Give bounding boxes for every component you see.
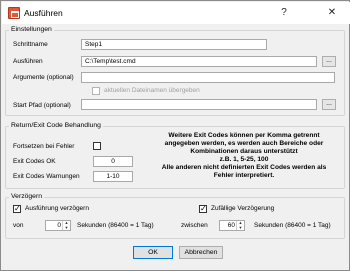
startpfad-field[interactable] <box>81 99 317 110</box>
exit-warn-field[interactable]: 1-10 <box>93 171 133 182</box>
zufaellige-verzoegerung-checkbox[interactable] <box>199 204 207 213</box>
von-value: 0 <box>57 222 61 229</box>
exit-codes-info: Weitere Exit Codes können per Komma getr… <box>146 132 342 180</box>
ausfuehren-field[interactable]: C:\Temp\test.cmd <box>81 56 317 67</box>
schrittname-label: Schrittname <box>13 41 48 48</box>
von-stepper-buttons: ▲ ▼ <box>62 221 70 230</box>
window-title: Ausführen <box>24 8 63 18</box>
app-icon <box>8 7 20 19</box>
ausfuehrung-verzoegern-label: Ausführung verzögern <box>25 205 89 212</box>
info-line: Alle anderen nicht definierten Exit Code… <box>161 164 327 171</box>
exit-warn-label: Exit Codes Warnungen <box>13 173 80 180</box>
von-label: von <box>13 222 24 229</box>
info-line: Weitere Exit Codes können per Komma getr… <box>168 132 320 139</box>
ausfuehren-browse-button[interactable]: ... <box>322 56 336 67</box>
verzoegern-group-label: Verzögern <box>9 193 44 200</box>
info-line: Kombinationen daraus unterstützt <box>190 148 298 155</box>
von-down-arrow-icon[interactable]: ▼ <box>63 226 70 230</box>
sekunden-label-2: Sekunden (86400 = 1 Tag) <box>254 222 331 229</box>
zwischen-stepper-buttons: ▲ ▼ <box>236 221 244 230</box>
aktuelle-dateinamen-checkbox[interactable] <box>92 87 100 95</box>
info-line: Fehler interpretiert. <box>213 172 275 179</box>
exit-ok-field[interactable]: 0 <box>93 156 133 167</box>
sekunden-label-1: Sekunden (86400 = 1 Tag) <box>77 222 154 229</box>
von-stepper[interactable]: 0 ▲ ▼ <box>45 220 71 231</box>
zwischen-stepper[interactable]: 60 ▲ ▼ <box>219 220 245 231</box>
argumente-field[interactable] <box>81 72 335 83</box>
ausfuehren-label: Ausführen <box>13 58 43 65</box>
fortsetzen-checkbox[interactable] <box>93 142 101 150</box>
close-button[interactable]: ✕ <box>320 3 344 23</box>
info-line: angegeben werden, es werden auch Bereich… <box>164 140 324 147</box>
exit-ok-label: Exit Codes OK <box>13 158 56 165</box>
return-exit-group-label: Return/Exit Code Behandlung <box>9 122 103 129</box>
fortsetzen-label: Fortsetzen bei Fehler <box>13 143 75 150</box>
aktuelle-dateinamen-label: aktuellen Dateinamen übergeben <box>104 87 200 94</box>
zwischen-down-arrow-icon[interactable]: ▼ <box>237 226 244 230</box>
abbrechen-button[interactable]: Abbrechen <box>179 246 223 259</box>
zwischen-label: zwischen <box>181 222 208 229</box>
argumente-label: Argumente (optional) <box>13 74 74 81</box>
dialog-window: Ausführen ? ✕ Einstellungen Schrittname … <box>0 0 350 271</box>
verzoegern-group <box>5 197 345 239</box>
title-bar: Ausführen ? ✕ <box>2 2 350 24</box>
zufaellige-verzoegerung-label: Zufällige Verzögerung <box>211 205 275 212</box>
help-button[interactable]: ? <box>272 3 296 23</box>
einstellungen-group-label: Einstellungen <box>9 26 54 33</box>
startpfad-browse-button[interactable]: ... <box>322 99 336 110</box>
ausfuehrung-verzoegern-checkbox[interactable] <box>13 204 21 213</box>
schrittname-field[interactable]: Step1 <box>81 39 267 50</box>
info-line: z.B. 1, 5-25, 100 <box>219 156 269 163</box>
startpfad-label: Start Pfad (optional) <box>13 102 71 109</box>
ok-button[interactable]: OK <box>133 246 173 259</box>
zwischen-value: 60 <box>227 222 235 229</box>
